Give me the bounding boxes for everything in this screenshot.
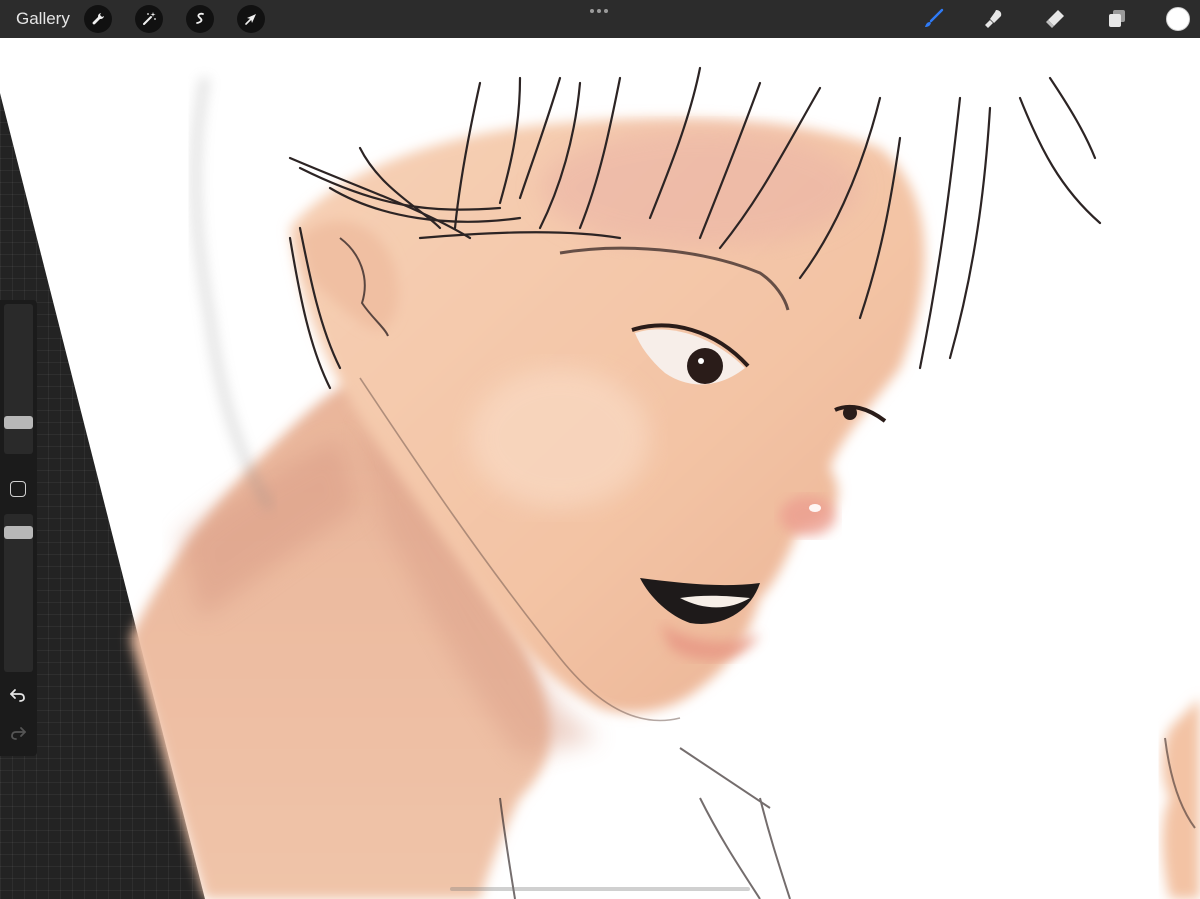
layers-icon	[1109, 10, 1125, 27]
adjustments-button[interactable]	[135, 5, 163, 33]
eye-iris	[687, 348, 723, 384]
arrow-cursor-icon	[245, 14, 256, 25]
magic-wand-icon	[143, 12, 156, 25]
undo-icon	[10, 689, 25, 702]
nose-highlight	[809, 504, 821, 512]
brush-size-handle[interactable]	[4, 416, 33, 429]
actions-button[interactable]	[84, 5, 112, 33]
brush-icon	[925, 8, 944, 27]
transform-button[interactable]	[237, 5, 265, 33]
paint-tool-button[interactable]	[920, 6, 946, 32]
color-picker-swatch[interactable]	[1166, 7, 1190, 31]
drawing-canvas[interactable]	[0, 38, 1200, 899]
redo-button[interactable]	[9, 724, 27, 742]
eraser-tool-button[interactable]	[1042, 6, 1068, 32]
layers-button[interactable]	[1104, 6, 1130, 32]
forehead-blush	[540, 128, 860, 248]
redo-icon	[11, 727, 26, 740]
selection-button[interactable]	[186, 5, 214, 33]
dot-icon	[597, 9, 601, 13]
eye-highlight	[698, 358, 704, 364]
undo-button[interactable]	[9, 686, 27, 704]
home-indicator	[450, 887, 750, 891]
selection-icon	[196, 12, 204, 24]
wrench-icon	[92, 13, 104, 25]
dot-icon	[604, 9, 608, 13]
left-sidebar	[0, 300, 37, 756]
top-toolbar: Gallery	[0, 0, 1200, 38]
dot-icon	[590, 9, 594, 13]
nose-tip	[780, 496, 836, 536]
opacity-handle[interactable]	[4, 526, 33, 539]
smudge-icon	[985, 10, 1002, 28]
eraser-icon	[1046, 10, 1064, 28]
more-options-button[interactable]	[590, 6, 610, 16]
far-eye-iris	[843, 406, 857, 420]
cheek-highlight	[470, 368, 650, 508]
modify-button[interactable]	[10, 481, 26, 497]
brush-size-slider[interactable]	[4, 304, 33, 454]
smudge-tool-button[interactable]	[981, 6, 1007, 32]
gallery-button[interactable]: Gallery	[16, 9, 70, 29]
